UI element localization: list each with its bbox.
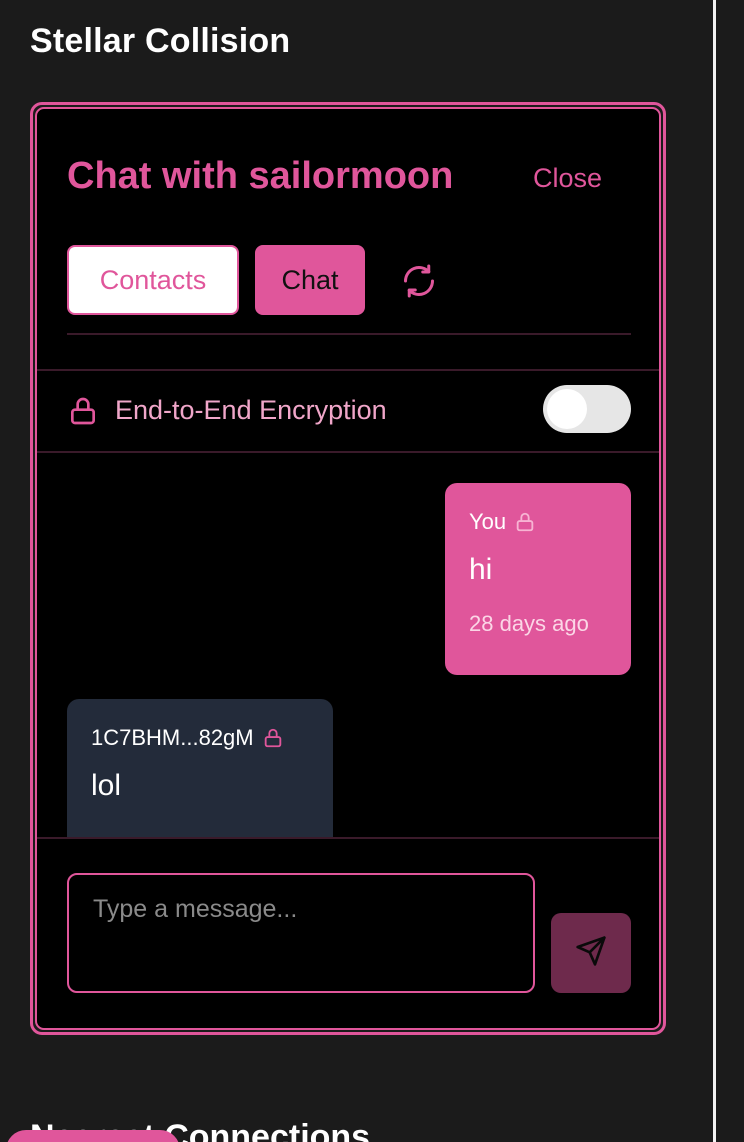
toggle-knob [547, 389, 587, 429]
page-title: Stellar Collision [30, 22, 291, 60]
message-timestamp: 28 days ago [469, 611, 589, 636]
lock-icon [514, 511, 536, 533]
app-root: Stellar Collision Chat with sailormoon C… [0, 0, 744, 1142]
message-incoming: 1C7BHM...82gM lol [67, 699, 333, 837]
close-button[interactable]: Close [533, 163, 602, 194]
send-button[interactable] [551, 913, 631, 993]
side-panel [716, 0, 744, 1142]
tab-chat[interactable]: Chat [255, 245, 365, 315]
chat-title: Chat with sailormoon [67, 155, 454, 197]
lock-icon [262, 727, 284, 749]
message-composer [37, 839, 659, 1028]
encryption-row: End-to-End Encryption [37, 371, 659, 451]
message-header: You [469, 507, 607, 537]
message-outgoing: You hi 28 days ago [445, 483, 631, 675]
refresh-icon[interactable] [401, 263, 437, 299]
encryption-toggle[interactable] [543, 385, 631, 433]
tab-contacts[interactable]: Contacts [67, 245, 239, 315]
encryption-label: End-to-End Encryption [115, 395, 387, 425]
message-header: 1C7BHM...82gM [91, 723, 309, 753]
message-list[interactable]: You hi 28 days ago 1C7BHM...82gM lol [37, 453, 659, 837]
header-divider [67, 333, 631, 335]
chat-panel: Chat with sailormoon Close Contacts Chat [30, 102, 666, 1035]
message-text: hi [469, 553, 493, 586]
message-text: lol [91, 769, 122, 802]
message-sender: 1C7BHM...82gM [91, 725, 254, 750]
message-sender: You [469, 509, 507, 534]
lock-icon [67, 395, 99, 427]
message-input[interactable] [67, 873, 535, 993]
chat-panel-inner: Chat with sailormoon Close Contacts Chat [35, 107, 661, 1030]
floating-action-pill[interactable] [6, 1130, 180, 1142]
chat-header: Chat with sailormoon Close Contacts Chat [37, 109, 659, 369]
send-icon [575, 935, 607, 972]
